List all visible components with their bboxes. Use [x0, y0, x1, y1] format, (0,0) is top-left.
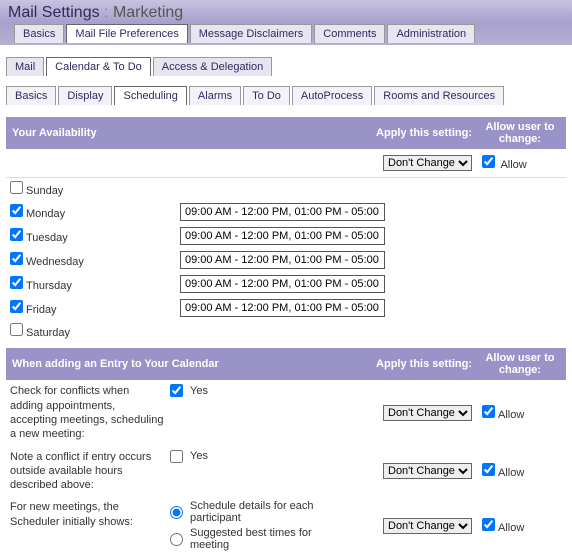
day-checkbox-sunday[interactable] [10, 181, 23, 194]
day-checkbox-tuesday[interactable] [10, 228, 23, 241]
calendar-entry-allow-checkbox-1[interactable] [482, 463, 495, 476]
tab-comments[interactable]: Comments [314, 24, 385, 43]
tabrow-tertiary: BasicsDisplaySchedulingAlarmsTo DoAutoPr… [0, 86, 572, 105]
tab-basics[interactable]: Basics [6, 86, 56, 105]
calendar-entry-radio-2-1[interactable]: Suggested best times for meeting [170, 527, 330, 551]
tab-autoprocess[interactable]: AutoProcess [292, 86, 372, 105]
calendar-entry-row-1: Note a conflict if entry occurs outside … [6, 446, 566, 497]
calendar-entry-allow-1[interactable]: Allow [482, 467, 524, 479]
availability-allow-label[interactable]: Allow [482, 159, 527, 171]
day-time-input-wednesday[interactable] [180, 251, 385, 269]
calendar-entry-row-0: Check for conflicts when adding appointm… [6, 380, 566, 445]
calendar-entry-row-2: For new meetings, the Scheduler initiall… [6, 496, 566, 555]
tab-mail[interactable]: Mail [6, 57, 44, 76]
calendar-entry-check-0[interactable]: Yes [170, 384, 330, 397]
section-calendar-entry-title: When adding an Entry to Your Calendar [12, 358, 220, 371]
header-banner: Mail Settings : Marketing BasicsMail Fil… [0, 0, 572, 45]
tab-mail-file-preferences[interactable]: Mail File Preferences [66, 24, 187, 43]
day-checkbox-thursday[interactable] [10, 276, 23, 289]
calendar-entry-check-1[interactable]: Yes [170, 450, 330, 463]
tab-access-delegation[interactable]: Access & Delegation [153, 57, 273, 76]
calendar-entry-allow-checkbox-2[interactable] [482, 518, 495, 531]
calendar-entry-label-2: For new meetings, the Scheduler initiall… [10, 500, 170, 529]
calendar-entry-label-1: Note a conflict if entry occurs outside … [10, 450, 170, 493]
tab-to-do[interactable]: To Do [243, 86, 290, 105]
allow-change-label-2: Allow user to change: [480, 352, 560, 376]
day-row-thursday: Thursday [6, 272, 566, 296]
day-label-wednesday[interactable]: Wednesday [10, 252, 84, 268]
day-row-tuesday: Tuesday [6, 224, 566, 248]
tab-rooms-and-resources[interactable]: Rooms and Resources [374, 86, 504, 105]
page-title-main: Mail Settings [8, 4, 100, 21]
calendar-entry-allow-0[interactable]: Allow [482, 409, 524, 421]
calendar-entry-allow-2[interactable]: Allow [482, 522, 524, 534]
tab-display[interactable]: Display [58, 86, 112, 105]
day-label-sunday[interactable]: Sunday [10, 181, 63, 197]
calendar-entry-checkbox-1[interactable] [170, 450, 183, 463]
tab-basics[interactable]: Basics [14, 24, 64, 43]
page-title: Mail Settings : Marketing [8, 4, 564, 22]
section-availability-title: Your Availability [12, 127, 220, 140]
calendar-entry-radio-2-0[interactable]: Schedule details for each participant [170, 500, 330, 524]
tabrow-primary: BasicsMail File PreferencesMessage Discl… [8, 24, 564, 43]
day-checkbox-monday[interactable] [10, 204, 23, 217]
availability-apply-row: Don't Change Allow [6, 149, 566, 178]
calendar-entry-radiobtn-2-0[interactable] [170, 506, 183, 519]
day-row-friday: Friday [6, 296, 566, 320]
apply-setting-label-2: Apply this setting: [220, 358, 480, 370]
calendar-entry-apply-select-0[interactable]: Don't Change [383, 405, 472, 421]
day-row-sunday: Sunday [6, 178, 566, 200]
allow-change-label: Allow user to change: [480, 121, 560, 145]
day-time-input-thursday[interactable] [180, 275, 385, 293]
tab-message-disclaimers[interactable]: Message Disclaimers [190, 24, 313, 43]
day-time-input-tuesday[interactable] [180, 227, 385, 245]
day-time-input-monday[interactable] [180, 203, 385, 221]
day-row-wednesday: Wednesday [6, 248, 566, 272]
day-checkbox-wednesday[interactable] [10, 252, 23, 265]
page-title-sub: Marketing [113, 4, 183, 21]
availability-allow-checkbox[interactable] [482, 155, 495, 168]
day-label-tuesday[interactable]: Tuesday [10, 228, 68, 244]
calendar-entry-label-0: Check for conflicts when adding appointm… [10, 384, 170, 441]
tab-scheduling[interactable]: Scheduling [114, 86, 186, 105]
calendar-entry-checkbox-0[interactable] [170, 384, 183, 397]
calendar-entry-options-2: Schedule details for each participant Sug… [170, 500, 330, 551]
day-label-monday[interactable]: Monday [10, 204, 65, 220]
tab-alarms[interactable]: Alarms [189, 86, 241, 105]
day-checkbox-friday[interactable] [10, 300, 23, 313]
calendar-entry-radiobtn-2-1[interactable] [170, 533, 183, 546]
calendar-entry-allow-checkbox-0[interactable] [482, 405, 495, 418]
day-row-saturday: Saturday [6, 320, 566, 342]
day-checkbox-saturday[interactable] [10, 323, 23, 336]
day-row-monday: Monday [6, 200, 566, 224]
apply-setting-label: Apply this setting: [220, 127, 480, 139]
tab-administration[interactable]: Administration [387, 24, 475, 43]
day-label-friday[interactable]: Friday [10, 300, 57, 316]
calendar-entry-apply-select-1[interactable]: Don't Change [383, 463, 472, 479]
calendar-entry-options-0: Yes [170, 384, 330, 397]
day-time-input-friday[interactable] [180, 299, 385, 317]
day-label-thursday[interactable]: Thursday [10, 276, 72, 292]
calendar-entry-options-1: Yes [170, 450, 330, 463]
tabrow-secondary: MailCalendar & To DoAccess & Delegation [0, 57, 572, 76]
availability-apply-select[interactable]: Don't Change [383, 155, 472, 171]
day-label-saturday[interactable]: Saturday [10, 323, 70, 339]
page-title-sep: : [104, 4, 108, 21]
calendar-entry-apply-select-2[interactable]: Don't Change [383, 518, 472, 534]
section-availability-header: Your Availability Apply this setting: Al… [6, 117, 566, 149]
tab-calendar-to-do[interactable]: Calendar & To Do [46, 57, 151, 76]
section-calendar-entry-header: When adding an Entry to Your Calendar Ap… [6, 348, 566, 380]
